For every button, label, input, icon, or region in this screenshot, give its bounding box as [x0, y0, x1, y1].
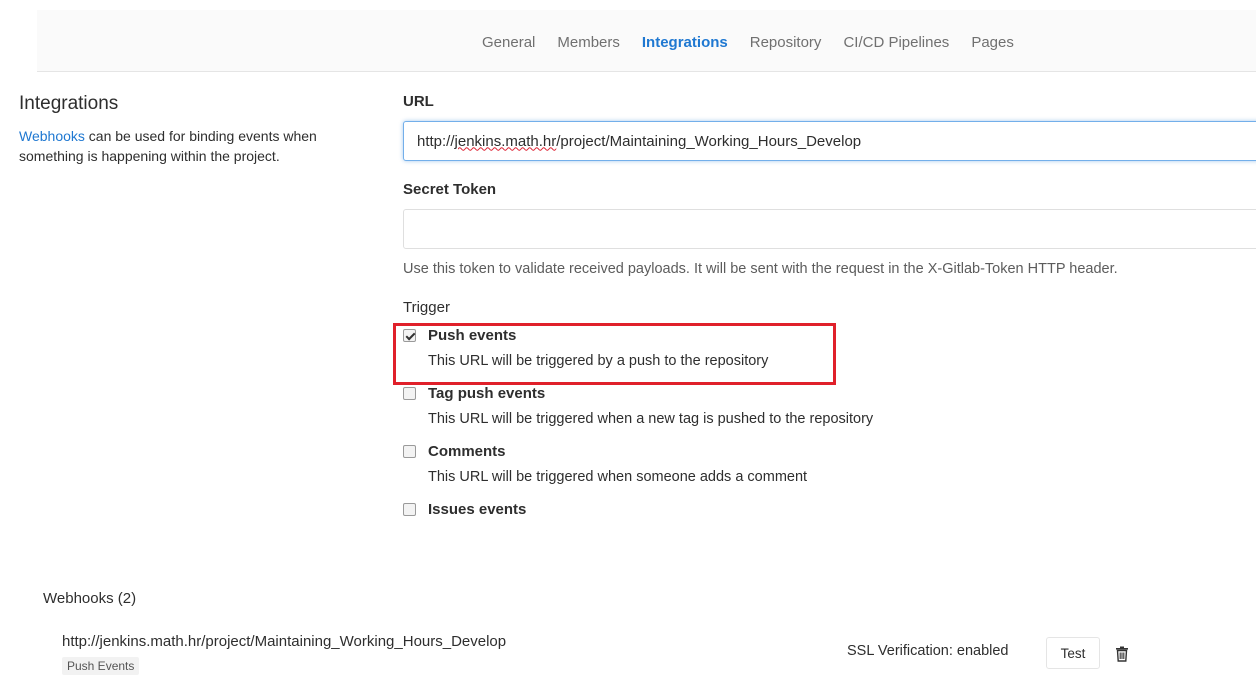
push-events-highlight-box [393, 323, 836, 385]
top-strip [0, 0, 1256, 10]
url-input[interactable]: http://jenkins.math.hr/project/Maintaini… [403, 121, 1256, 161]
test-webhook-button[interactable]: Test [1046, 637, 1100, 669]
tab-general[interactable]: General [482, 34, 535, 54]
url-path: /project/Maintaining_Working_Hours_Devel… [556, 132, 862, 150]
tag-push-events-checkbox[interactable] [403, 386, 416, 400]
url-prefix: http:// [417, 132, 455, 150]
issues-events-checkbox[interactable] [403, 502, 416, 516]
webhook-event-badge: Push Events [62, 657, 140, 675]
trigger-label: Trigger [403, 299, 450, 316]
tab-members[interactable]: Members [557, 34, 620, 54]
tab-ci-cd-pipelines[interactable]: CI/CD Pipelines [843, 34, 949, 54]
trigger-issues-events[interactable]: Issues events [403, 499, 1256, 519]
issues-events-label: Issues events [428, 500, 527, 518]
webhook-form: URL http://jenkins.math.hr/project/Maint… [403, 93, 1256, 519]
trigger-comments[interactable]: Comments [403, 441, 1256, 461]
webhook-url: http://jenkins.math.hr/project/Maintaini… [62, 633, 507, 650]
tab-integrations[interactable]: Integrations [642, 34, 728, 54]
trigger-tag-push-events[interactable]: Tag push events [403, 383, 1256, 403]
scroll-cutoff [403, 556, 1256, 574]
trash-icon[interactable] [1115, 646, 1129, 662]
url-host: jenkins.math.hr [454, 132, 557, 150]
secret-token-help: Use this token to validate received payl… [403, 261, 1118, 277]
tab-pages[interactable]: Pages [971, 34, 1014, 54]
secret-token-input[interactable] [403, 209, 1256, 249]
section-description: Webhooks can be used for binding events … [19, 126, 364, 166]
comments-label: Comments [428, 442, 506, 460]
comments-help: This URL will be triggered when someone … [428, 469, 808, 485]
comments-checkbox[interactable] [403, 444, 416, 458]
ssl-verification-status: SSL Verification: enabled [847, 643, 1009, 659]
tab-repository[interactable]: Repository [750, 34, 822, 54]
settings-subnav: General Members Integrations Repository … [37, 10, 1256, 72]
tag-push-events-help: This URL will be triggered when a new ta… [428, 411, 874, 427]
section-title: Integrations [19, 93, 119, 114]
webhooks-list-title: Webhooks (2) [43, 590, 137, 607]
settings-tabs: General Members Integrations Repository … [482, 34, 1036, 54]
url-label: URL [403, 93, 434, 110]
integrations-intro: Integrations Webhooks can be used for bi… [19, 93, 364, 166]
secret-token-label: Secret Token [403, 181, 497, 198]
tag-push-events-label: Tag push events [428, 384, 546, 402]
webhooks-link[interactable]: Webhooks [19, 128, 85, 144]
